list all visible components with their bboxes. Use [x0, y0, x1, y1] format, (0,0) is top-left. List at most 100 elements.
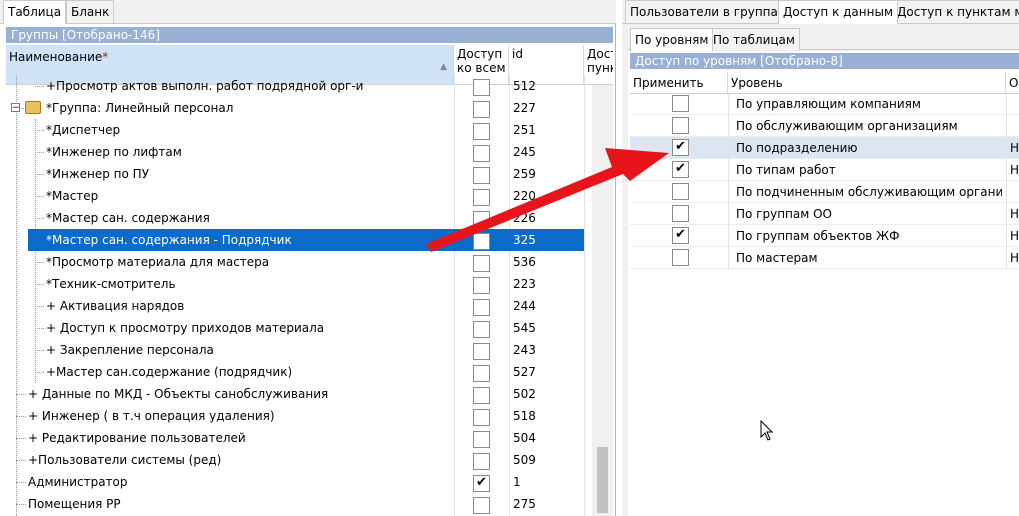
right-group-bar: Доступ по уровням [Отобрано-8]: [630, 53, 1019, 69]
tab-menu-access[interactable]: Доступ к пунктам ме: [892, 0, 1019, 23]
table-row[interactable]: + Активация нарядов 244: [6, 295, 592, 317]
column-divider: [1006, 247, 1007, 269]
level-row[interactable]: По группам ОО Н: [630, 203, 1019, 225]
level-row[interactable]: По управляющим компаниям: [630, 93, 1019, 115]
level-label: По мастерам: [736, 251, 818, 265]
column-header-name-text: Наименование: [9, 50, 103, 64]
level-extra: Н: [1010, 163, 1019, 177]
table-row[interactable]: *Диспетчер 251: [6, 119, 592, 141]
apply-checkbox[interactable]: [672, 183, 689, 200]
table-row[interactable]: *Группа: Линейный персонал 227: [6, 97, 592, 119]
left-vertical-scrollbar[interactable]: [592, 85, 613, 516]
level-row[interactable]: По мастерам Н: [630, 247, 1019, 269]
column-header-level[interactable]: Уровень: [728, 72, 1006, 93]
table-row[interactable]: + Доступ к просмотру приходов материала 5…: [6, 317, 592, 339]
left-tabbar: Таблица Бланк: [0, 0, 616, 24]
table-row[interactable]: Помещения РР 275: [6, 493, 592, 515]
right-table-body: По управляющим компаниям По обслуживающим…: [630, 93, 1019, 273]
access-all-checkbox[interactable]: [473, 277, 490, 294]
access-all-checkbox[interactable]: [473, 211, 490, 228]
level-label: По типам работ: [736, 163, 836, 177]
column-divider: [728, 225, 729, 247]
row-id: 504: [513, 431, 536, 445]
tab-table[interactable]: Таблица: [3, 0, 67, 24]
subtab-by-tables[interactable]: По таблицам: [708, 28, 800, 50]
row-id: 275: [513, 497, 536, 511]
access-all-checkbox[interactable]: [473, 453, 490, 470]
column-divider: [1006, 93, 1007, 115]
access-all-checkbox[interactable]: [473, 101, 490, 118]
apply-checkbox[interactable]: [672, 95, 689, 112]
access-all-checkbox[interactable]: [473, 79, 490, 96]
access-all-checkbox[interactable]: [473, 321, 490, 338]
level-row[interactable]: По типам работ Н: [630, 159, 1019, 181]
level-extra: Н: [1010, 207, 1019, 221]
level-row[interactable]: По подразделению Н: [630, 137, 1019, 159]
apply-checkbox[interactable]: [672, 161, 689, 178]
apply-checkbox[interactable]: [672, 117, 689, 134]
column-header-apply[interactable]: Применить: [630, 72, 728, 93]
access-all-checkbox[interactable]: [473, 387, 490, 404]
access-all-checkbox[interactable]: [473, 343, 490, 360]
access-all-checkbox[interactable]: [473, 189, 490, 206]
table-row[interactable]: + Инженер ( в т.ч операция удаления) 518: [6, 405, 592, 427]
scrollbar-thumb[interactable]: [597, 447, 608, 513]
table-row[interactable]: + Данные по МКД - Объекты санобслуживани…: [6, 383, 592, 405]
apply-checkbox[interactable]: [672, 249, 689, 266]
row-id: 527: [513, 365, 536, 379]
row-name: + Инженер ( в т.ч операция удаления): [28, 409, 275, 423]
access-all-checkbox[interactable]: [473, 255, 490, 272]
table-row[interactable]: *Инженер по лифтам 245: [6, 141, 592, 163]
tab-blank[interactable]: Бланк: [66, 0, 115, 23]
apply-checkbox[interactable]: [672, 139, 689, 156]
row-id: 220: [513, 189, 536, 203]
subtab-by-levels[interactable]: По уровням: [630, 28, 714, 51]
access-all-checkbox[interactable]: [473, 409, 490, 426]
access-all-checkbox[interactable]: [473, 299, 490, 316]
table-row[interactable]: Администратор 1: [6, 471, 592, 493]
access-all-checkbox[interactable]: [473, 475, 490, 492]
level-row[interactable]: По группам объектов ЖФ Н: [630, 225, 1019, 247]
table-row[interactable]: + Редактирование пользователей 504: [6, 427, 592, 449]
tab-data-access[interactable]: Доступ к данным: [778, 0, 898, 24]
access-all-checkbox[interactable]: [473, 167, 490, 184]
column-divider: [1006, 159, 1007, 181]
apply-checkbox[interactable]: [672, 205, 689, 222]
table-row[interactable]: *Мастер сан. содержания - Подрядчик 325: [28, 229, 584, 251]
row-id: 325: [513, 233, 536, 247]
column-header-extra-line1: Досту: [587, 47, 613, 61]
access-all-checkbox[interactable]: [473, 145, 490, 162]
row-name: Помещения РР: [28, 497, 121, 511]
table-row[interactable]: + Закрепление персонала 243: [6, 339, 592, 361]
level-extra: Н: [1010, 229, 1019, 243]
table-row[interactable]: *Инженер по ПУ 259: [6, 163, 592, 185]
row-name: *Просмотр материала для мастера: [46, 255, 270, 269]
level-extra: Н: [1010, 141, 1019, 155]
table-row[interactable]: +Пользователи системы (ред) 509: [6, 449, 592, 471]
level-row[interactable]: По подчиненным обслуживающим организац: [630, 181, 1019, 203]
access-all-checkbox[interactable]: [473, 431, 490, 448]
row-name: *Группа: Линейный персонал: [46, 101, 234, 115]
table-row[interactable]: *Просмотр материала для мастера 536: [6, 251, 592, 273]
row-id: 223: [513, 277, 536, 291]
table-row[interactable]: *Техник-смотритель 223: [6, 273, 592, 295]
apply-checkbox[interactable]: [672, 227, 689, 244]
row-id: 226: [513, 211, 536, 225]
access-all-checkbox[interactable]: [473, 497, 490, 514]
column-header-extra-right[interactable]: О: [1006, 72, 1019, 93]
row-name: *Мастер сан. содержания - Подрядчик: [46, 233, 292, 247]
level-row[interactable]: По обслуживающим организациям: [630, 115, 1019, 137]
table-row[interactable]: +Мастер сан.содержание (подрядчик) 527: [6, 361, 592, 383]
row-id: 259: [513, 167, 536, 181]
row-name: + Редактирование пользователей: [28, 431, 246, 445]
table-row[interactable]: *Мастер сан. содержания 226: [6, 207, 592, 229]
table-row[interactable]: +Просмотр актов выполн. работ подрядной …: [6, 75, 592, 97]
table-row[interactable]: *Мастер 220: [6, 185, 592, 207]
access-all-checkbox[interactable]: [473, 123, 490, 140]
column-divider: [1006, 137, 1007, 159]
column-divider: [1006, 181, 1007, 203]
row-name: *Мастер: [46, 189, 99, 203]
access-all-checkbox[interactable]: [473, 365, 490, 382]
access-all-checkbox[interactable]: [473, 233, 490, 250]
tab-users-in-groups[interactable]: Пользователи в группах: [625, 0, 790, 23]
